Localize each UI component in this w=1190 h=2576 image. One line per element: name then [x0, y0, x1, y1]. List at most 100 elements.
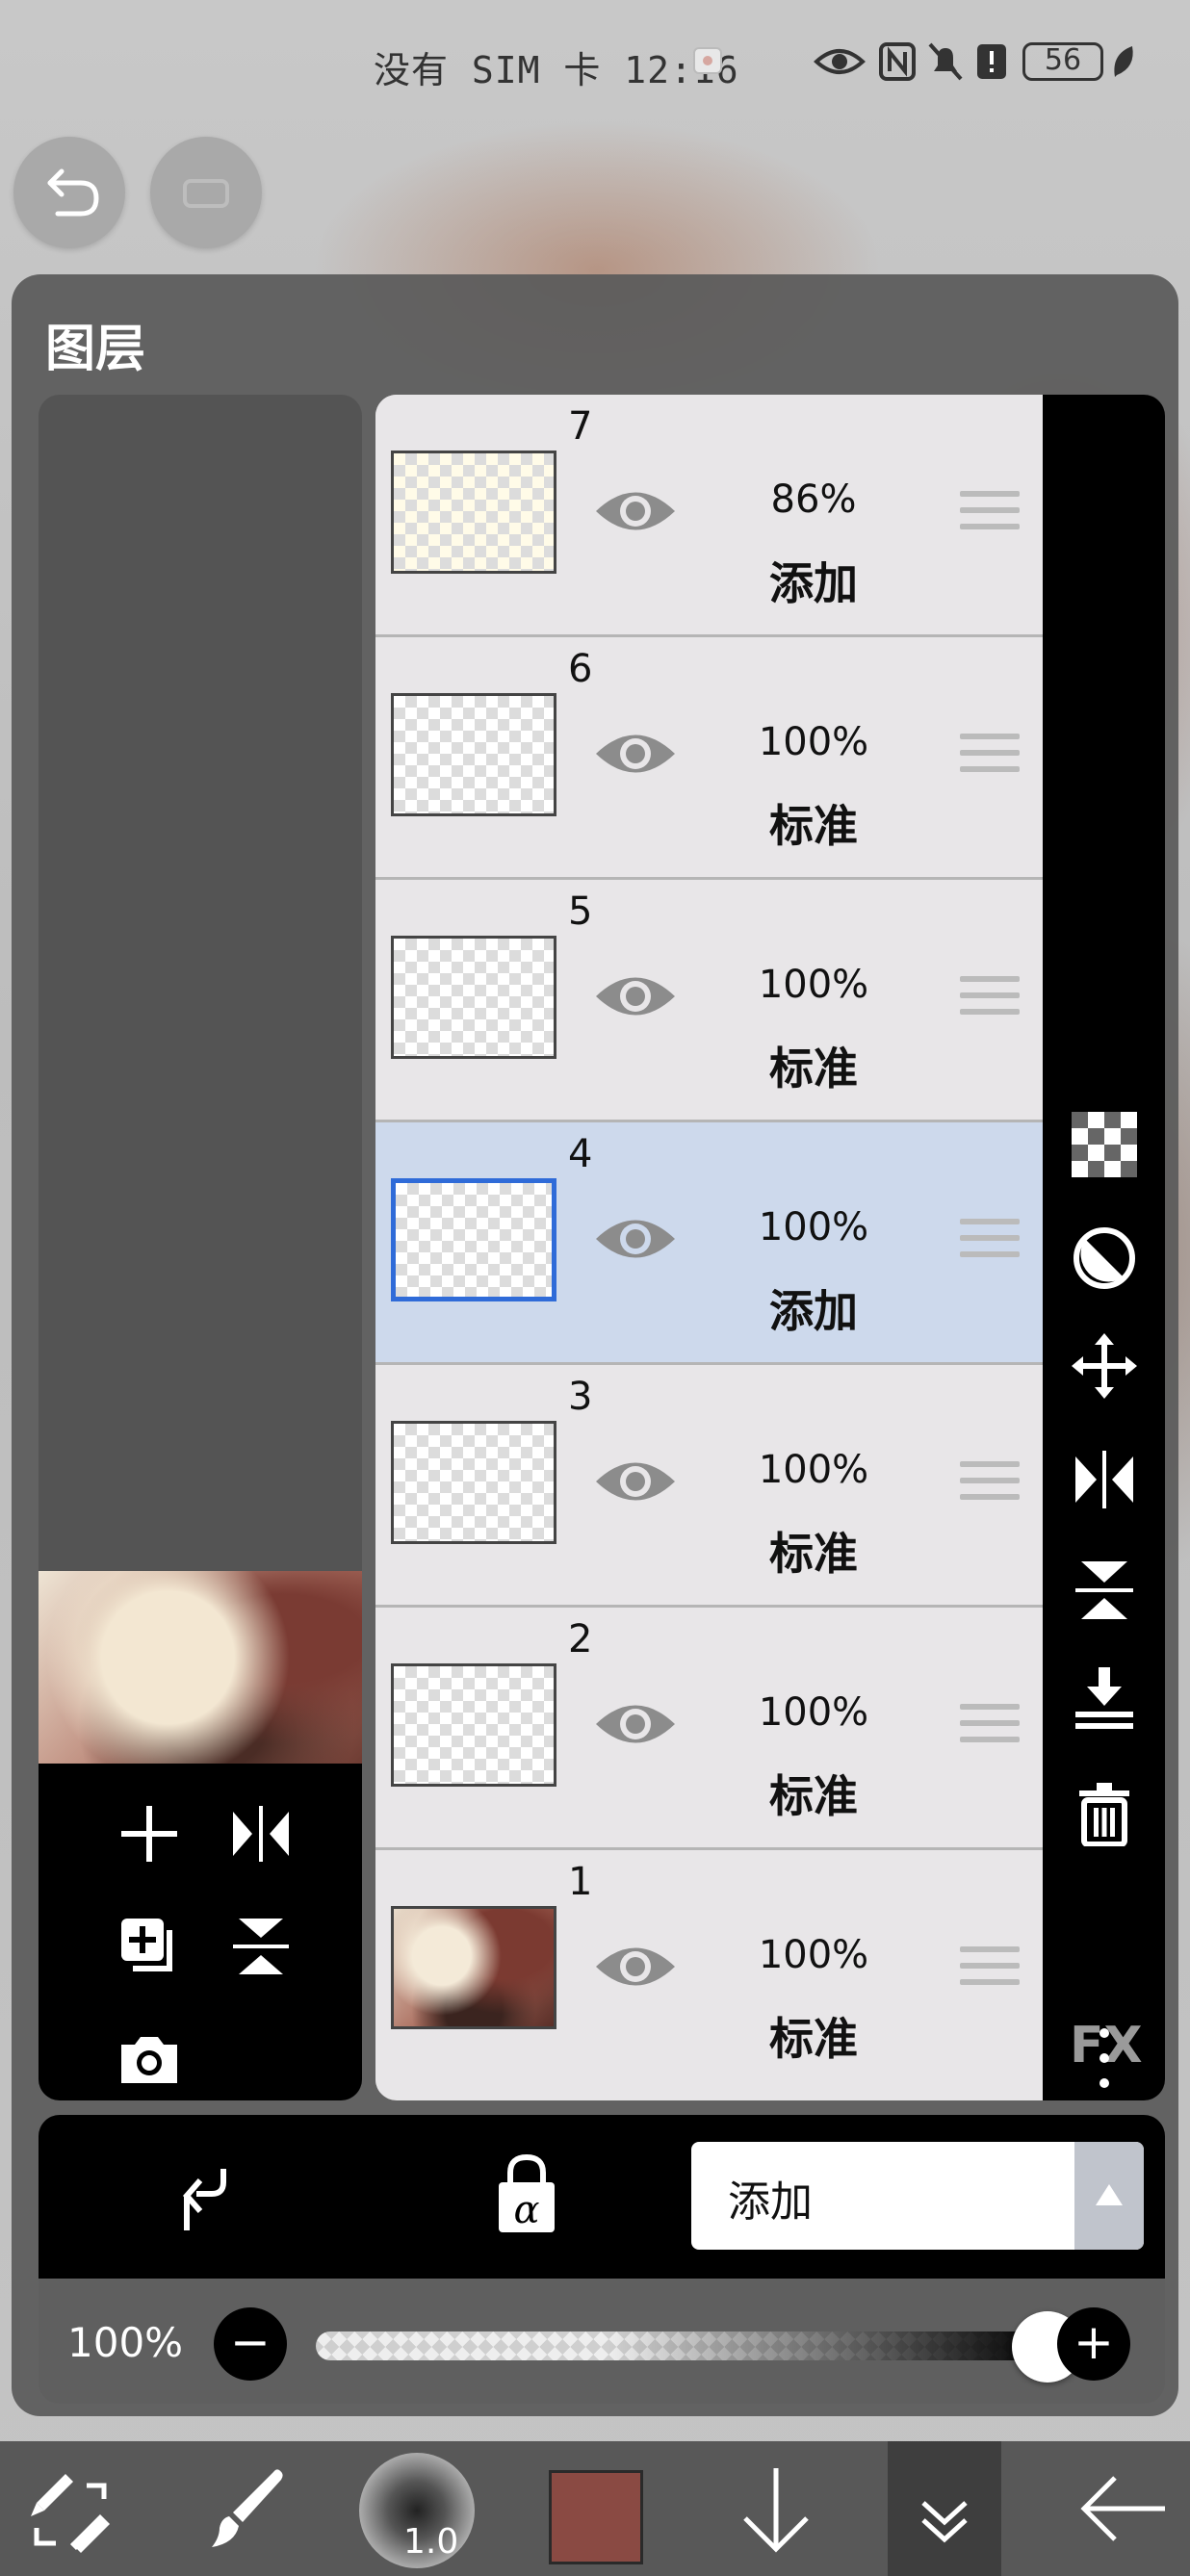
layer-row-7[interactable]: 7 86% 添加	[375, 395, 1043, 637]
layer-opacity: 100%	[758, 1448, 869, 1492]
layer-row-2[interactable]: 2 100% 标准	[375, 1608, 1043, 1850]
layer-number: 6	[568, 647, 593, 691]
layer-row-6[interactable]: 6 100% 标准	[375, 637, 1043, 880]
tool-switch-icon[interactable]	[23, 2460, 119, 2557]
clipping-icon[interactable]	[173, 2163, 241, 2236]
gallery-status-icon	[693, 47, 722, 74]
move-icon[interactable]	[1072, 1333, 1137, 1399]
flip-layer-horizontal-icon[interactable]	[227, 1800, 295, 1868]
alpha-lock-icon[interactable]: α	[495, 2153, 558, 2236]
layer-thumbnail[interactable]	[391, 451, 556, 574]
layer-opacity: 100%	[758, 1933, 869, 1977]
visibility-eye-icon[interactable]	[592, 1692, 679, 1756]
opacity-value: 100%	[67, 2319, 184, 2366]
layer-preview-tools	[39, 1764, 362, 2100]
layer-blend-mode: 标准	[769, 1043, 858, 1095]
layer-blend-mode: 标准	[769, 1528, 858, 1580]
brush-size-value: 1.0	[403, 2522, 459, 2562]
more-icon[interactable]	[1086, 2012, 1123, 2099]
layer-blend-mode: 标准	[769, 1770, 858, 1822]
layer-number: 2	[568, 1617, 593, 1662]
eye-comfort-icon	[814, 49, 866, 74]
drag-handle-icon[interactable]	[960, 1219, 1020, 1265]
layer-number: 3	[568, 1375, 593, 1419]
alert-icon	[977, 44, 1006, 79]
drag-handle-icon[interactable]	[960, 734, 1020, 780]
duplicate-layer-icon[interactable]	[116, 1913, 183, 1980]
nfc-icon	[879, 42, 916, 81]
layer-number: 7	[568, 404, 593, 449]
layer-thumbnail[interactable]	[391, 1906, 556, 2029]
canvas-preview-thumbnail[interactable]	[39, 1571, 362, 1764]
blend-mode-bar: α 添加	[39, 2115, 1165, 2279]
opacity-increase-button[interactable]: +	[1057, 2307, 1130, 2381]
drag-handle-icon[interactable]	[960, 976, 1020, 1022]
visibility-eye-icon[interactable]	[592, 1207, 679, 1271]
layer-opacity: 100%	[758, 1690, 869, 1735]
layer-number: 4	[568, 1132, 593, 1176]
layer-row-1[interactable]: 1 100% 标准	[375, 1850, 1043, 2093]
flip-layer-vertical-icon[interactable]	[227, 1913, 295, 1980]
brush-size-button[interactable]: 1.0	[359, 2453, 475, 2568]
merge-down-icon[interactable]	[1072, 1665, 1137, 1731]
layer-thumbnail[interactable]	[391, 936, 556, 1059]
brush-icon[interactable]	[196, 2460, 293, 2557]
layer-tools-column: FX	[1043, 395, 1165, 2100]
mute-icon	[928, 42, 963, 81]
flip-vertical-icon[interactable]	[1072, 1558, 1137, 1623]
status-bar: 没有 SIM 卡 12:16 56	[0, 0, 1190, 130]
visibility-eye-icon[interactable]	[592, 965, 679, 1028]
add-layer-icon[interactable]	[116, 1800, 183, 1868]
bottom-toolbar: 1.0	[0, 2441, 1190, 2576]
contrast-icon[interactable]	[1072, 1225, 1137, 1291]
blend-mode-value: 添加	[728, 2177, 813, 2227]
layer-number: 1	[568, 1860, 593, 1904]
undo-button[interactable]	[13, 137, 125, 248]
layer-row-3[interactable]: 3 100% 标准	[375, 1365, 1043, 1608]
layer-opacity: 100%	[758, 720, 869, 764]
layer-thumbnail[interactable]	[391, 1663, 556, 1787]
layer-blend-mode: 标准	[769, 800, 858, 852]
layer-thumbnail[interactable]	[391, 1421, 556, 1544]
drag-handle-icon[interactable]	[960, 1946, 1020, 1993]
layer-row-4[interactable]: 4 100% 添加	[375, 1122, 1043, 1365]
layer-opacity: 100%	[758, 963, 869, 1007]
redo-button[interactable]	[150, 137, 262, 248]
layer-row-5[interactable]: 5 100% 标准	[375, 880, 1043, 1122]
blend-mode-select[interactable]: 添加	[691, 2142, 1144, 2250]
battery-level: 56	[1044, 43, 1082, 77]
visibility-eye-icon[interactable]	[592, 722, 679, 786]
redo-icon	[183, 179, 229, 208]
layer-opacity: 86%	[770, 477, 857, 522]
status-carrier-time: 没有 SIM 卡 12:16	[374, 49, 739, 91]
drag-handle-icon[interactable]	[960, 1704, 1020, 1750]
arrow-down-icon[interactable]	[728, 2460, 824, 2557]
layer-thumbnail[interactable]	[391, 693, 556, 816]
color-picker-button[interactable]	[549, 2470, 643, 2564]
drag-handle-icon[interactable]	[960, 1461, 1020, 1507]
opacity-slider[interactable]	[316, 2331, 1048, 2360]
layer-preview-column	[39, 395, 362, 2100]
visibility-eye-icon[interactable]	[592, 479, 679, 543]
layer-list: 7 86% 添加 6 100% 标准 5 100% 标准 4 100% 添加 3…	[375, 395, 1043, 2100]
layer-blend-mode: 添加	[769, 557, 858, 609]
layer-number: 5	[568, 889, 593, 934]
visibility-eye-icon[interactable]	[592, 1450, 679, 1513]
dropdown-arrow-icon[interactable]	[1074, 2142, 1144, 2250]
svg-text:α: α	[513, 2188, 539, 2232]
back-arrow-icon[interactable]	[1076, 2460, 1173, 2557]
layer-button[interactable]	[888, 2441, 1001, 2576]
drag-handle-icon[interactable]	[960, 491, 1020, 537]
layer-thumbnail[interactable]	[391, 1178, 556, 1301]
leaf-icon	[1114, 46, 1133, 77]
layer-blend-mode: 标准	[769, 2013, 858, 2065]
panel-title: 图层	[45, 321, 146, 378]
camera-icon[interactable]	[116, 2025, 183, 2093]
layers-collapse-icon	[921, 2501, 968, 2543]
flip-horizontal-icon[interactable]	[1072, 1447, 1137, 1512]
transparency-checker-icon[interactable]	[1072, 1112, 1137, 1177]
trash-icon[interactable]	[1072, 1781, 1137, 1846]
layer-panel: 图层 7 86% 添加 6 100% 标准 5 100% 标准 4 100% 添…	[12, 274, 1178, 2416]
visibility-eye-icon[interactable]	[592, 1935, 679, 1998]
opacity-decrease-button[interactable]: −	[214, 2307, 287, 2381]
